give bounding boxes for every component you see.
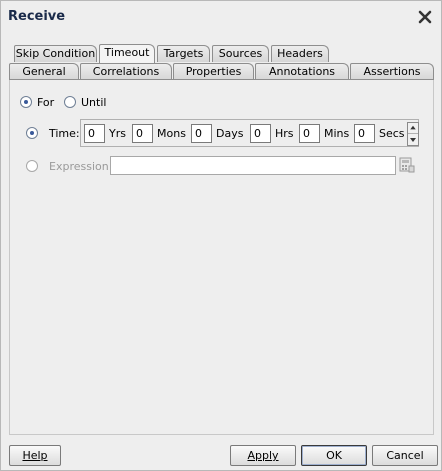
days-label: Days <box>216 127 244 140</box>
cancel-button-label: Cancel <box>386 449 424 462</box>
years-label: Yrs <box>109 127 126 140</box>
tab-timeout[interactable]: Timeout <box>99 44 155 63</box>
ok-button[interactable]: OK <box>301 445 367 466</box>
months-field[interactable]: 0 <box>132 124 153 143</box>
tab-label: Sources <box>218 47 263 60</box>
tab-sources[interactable]: Sources <box>212 45 269 62</box>
tab-targets[interactable]: Targets <box>157 45 210 62</box>
months-label: Mons <box>157 127 186 140</box>
hours-field[interactable]: 0 <box>250 124 271 143</box>
tab-headers[interactable]: Headers <box>271 45 329 62</box>
tab-label: Correlations <box>92 65 160 78</box>
seconds-field[interactable]: 0 <box>354 124 375 143</box>
tab-label: Targets <box>163 47 204 60</box>
expression-label: Expression: <box>49 160 113 173</box>
expression-field[interactable] <box>110 156 396 175</box>
tab-label: Headers <box>277 47 323 60</box>
apply-button[interactable]: Apply <box>230 445 296 466</box>
until-label: Until <box>81 96 107 109</box>
title-bar: Receive <box>1 1 441 33</box>
spin-up-icon[interactable] <box>408 123 418 134</box>
tab-label: Properties <box>185 65 242 78</box>
receive-dialog: Receive Skip Condition Timeout Targets S… <box>0 0 442 471</box>
tab-label: Assertions <box>363 65 421 78</box>
dialog-title: Receive <box>8 9 66 24</box>
for-radio[interactable] <box>20 96 32 108</box>
apply-button-label: Apply <box>247 449 279 462</box>
spin-down-icon[interactable] <box>408 134 418 145</box>
until-radio[interactable] <box>64 96 76 108</box>
years-field[interactable]: 0 <box>84 124 105 143</box>
time-label: Time: <box>49 127 80 140</box>
days-field[interactable]: 0 <box>191 124 212 143</box>
tab-label: Timeout <box>104 46 150 59</box>
expression-builder-icon[interactable] <box>399 157 415 173</box>
close-icon[interactable] <box>417 9 433 25</box>
tab-correlations[interactable]: Correlations <box>80 63 172 80</box>
help-button-label: Help <box>22 449 48 462</box>
tab-general[interactable]: General <box>9 63 79 80</box>
tab-annotations[interactable]: Annotations <box>255 63 349 80</box>
tab-label: Skip Condition <box>15 47 96 60</box>
cancel-button[interactable]: Cancel <box>372 445 438 466</box>
help-button[interactable]: Help <box>9 445 61 466</box>
tab-properties[interactable]: Properties <box>173 63 254 80</box>
tab-label: Annotations <box>268 65 336 78</box>
for-label: For <box>37 96 55 109</box>
tab-label: General <box>22 65 66 78</box>
hours-label: Hrs <box>275 127 294 140</box>
time-radio[interactable] <box>26 127 38 139</box>
ok-button-label: OK <box>326 449 342 462</box>
minutes-field[interactable]: 0 <box>299 124 320 143</box>
minutes-label: Mins <box>324 127 350 140</box>
expression-radio[interactable] <box>26 160 38 172</box>
seconds-label: Secs <box>379 127 405 140</box>
tab-skip-condition[interactable]: Skip Condition <box>14 45 97 62</box>
spinner-arrows-icon[interactable] <box>407 122 419 146</box>
tab-assertions[interactable]: Assertions <box>350 63 434 80</box>
